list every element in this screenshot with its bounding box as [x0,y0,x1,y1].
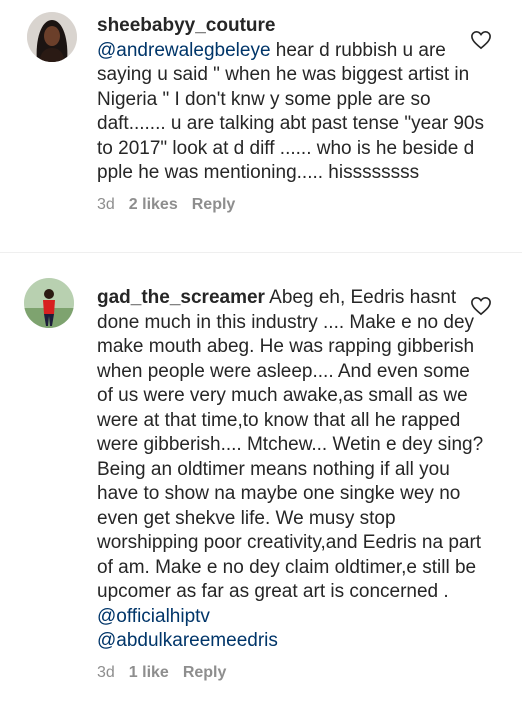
profile-photo-icon [24,278,74,328]
mention-link[interactable]: @officialhiptv [97,606,210,627]
comment-meta: 3d 2 likes Reply [97,196,487,214]
mention-link[interactable]: @andrewalegbeleye [97,40,271,61]
comment-text: sheebabyy_couture @andrewalegbeleye hear… [97,14,487,186]
comment-body: hear d rubbish u are saying u said " whe… [97,39,484,184]
comment-time: 3d [97,195,115,213]
reply-button[interactable]: Reply [192,196,236,214]
profile-photo-icon [27,12,77,62]
avatar[interactable] [27,12,77,62]
comment-username[interactable]: gad_the_screamer [97,287,265,308]
mention-link[interactable]: @abdulkareemeedris [97,630,278,651]
divider [0,252,522,253]
heart-icon[interactable] [470,30,492,50]
comment-username[interactable]: sheebabyy_couture [97,15,275,36]
reply-button[interactable]: Reply [183,664,227,682]
likes-count[interactable]: 1 like [129,664,169,682]
comment-text: gad_the_screamer Abeg eh, Eedris hasnt d… [97,286,487,654]
heart-icon[interactable] [470,296,492,316]
comment-time: 3d [97,663,115,681]
likes-count[interactable]: 2 likes [129,196,178,214]
avatar[interactable] [24,278,74,328]
comment-meta: 3d 1 like Reply [97,664,487,682]
comment-body: Abeg eh, Eedris hasnt done much in this … [97,287,484,602]
